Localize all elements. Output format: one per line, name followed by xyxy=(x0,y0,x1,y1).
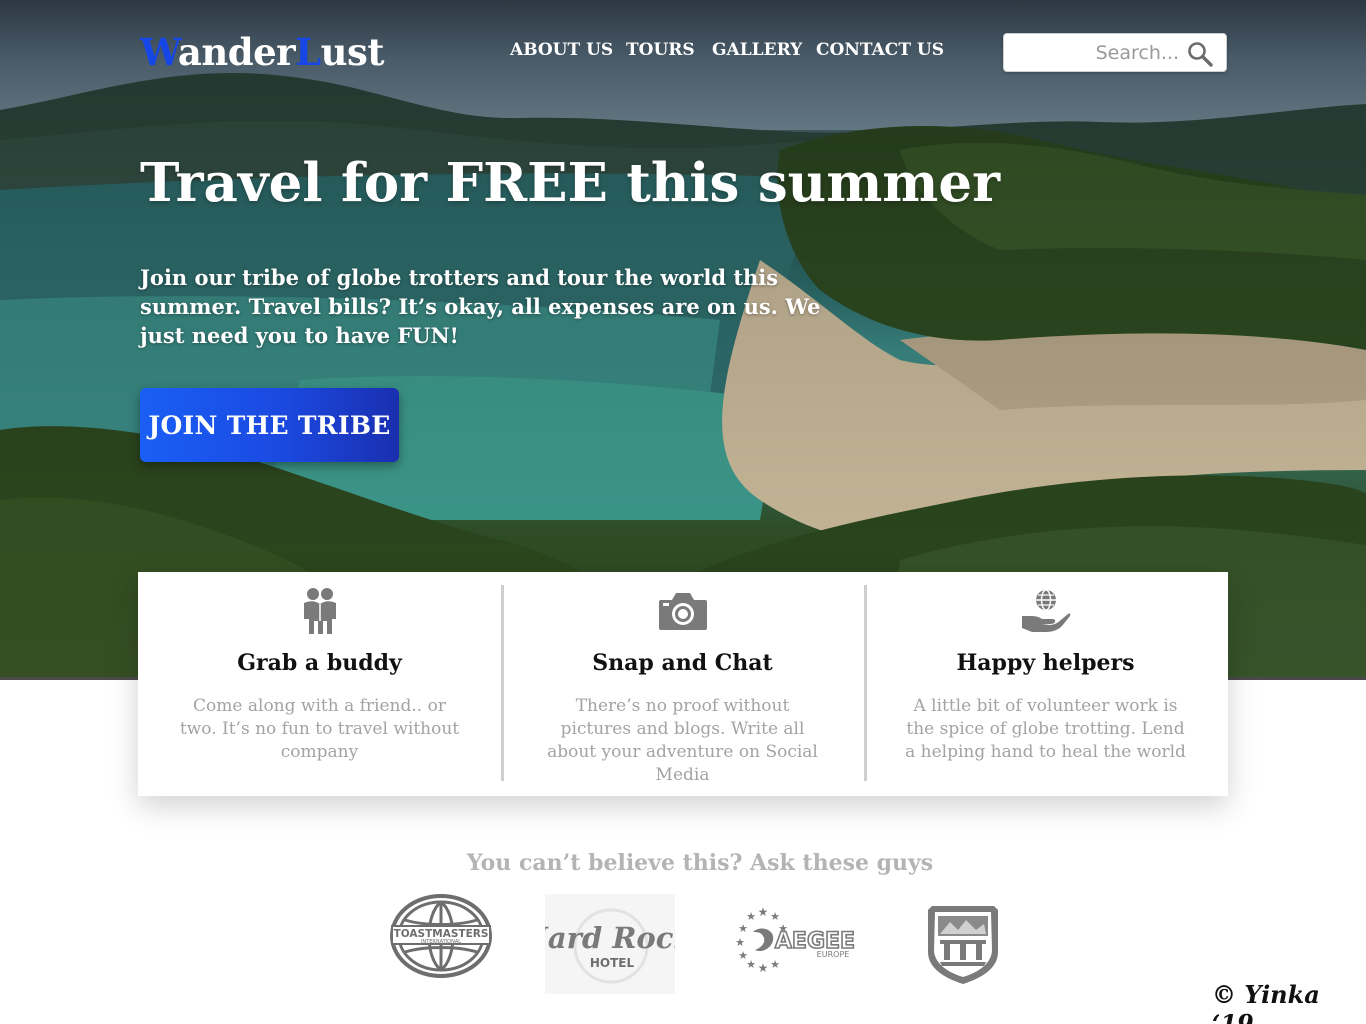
nav-about-us[interactable]: ABOUT US xyxy=(510,40,613,60)
svg-text:★: ★ xyxy=(746,958,756,971)
feature-grab-a-buddy: Grab a buddy Come along with a friend.. … xyxy=(138,572,501,796)
svg-text:★: ★ xyxy=(738,922,748,935)
partners-heading: You can’t believe this? Ask these guys xyxy=(466,850,934,876)
svg-text:★: ★ xyxy=(758,961,769,974)
nav-gallery[interactable]: GALLERY xyxy=(712,40,802,60)
search-box xyxy=(1003,33,1227,72)
hero-subtitle: Join our tribe of globe trotters and tou… xyxy=(140,265,821,348)
brand-logo[interactable]: WanderLust xyxy=(140,30,384,74)
feature-title: Grab a buddy xyxy=(237,650,402,676)
feature-happy-helpers: Happy helpers A little bit of volunteer … xyxy=(864,572,1227,796)
logo-initial-w: W xyxy=(140,30,178,74)
toastmasters-logo[interactable]: TOASTMASTERS INTERNATIONAL xyxy=(390,894,492,978)
feature-description: There’s no proof without pictures and bl… xyxy=(547,696,818,785)
camera-icon xyxy=(658,593,707,630)
svg-text:★: ★ xyxy=(735,936,745,949)
hero-title: Travel for FREE this summer xyxy=(140,152,1001,214)
join-the-tribe-button[interactable]: JOIN THE TRIBE xyxy=(140,388,399,462)
two-people-icon xyxy=(303,588,336,634)
helping-hand-globe-icon xyxy=(1021,589,1070,632)
search-icon[interactable] xyxy=(1187,41,1213,67)
nav-contact-us[interactable]: CONTACT US xyxy=(816,40,944,60)
svg-text:★: ★ xyxy=(758,905,769,919)
toastmasters-subtext: INTERNATIONAL xyxy=(421,939,461,945)
aegee-europe-logo[interactable]: ★ ★ ★ ★ ★ ★ ★ ★ ★ ★ AEGEE EUROPE xyxy=(733,902,855,974)
svg-text:★: ★ xyxy=(770,958,780,971)
feature-title: Snap and Chat xyxy=(592,650,773,676)
hard-rock-hotel-logo[interactable]: Hard Rock HOTEL xyxy=(519,894,694,994)
logo-initial-l: L xyxy=(295,30,321,74)
hard-rock-wordmark: Hard Rock xyxy=(545,921,675,955)
feature-snap-and-chat: Snap and Chat There’s no proof without p… xyxy=(501,572,864,796)
shield-crest-logo[interactable] xyxy=(926,902,1000,986)
feature-description: Come along with a friend.. or two. It’s … xyxy=(179,696,460,762)
hard-rock-subtext: HOTEL xyxy=(590,956,635,970)
aegee-subtext: EUROPE xyxy=(817,950,850,959)
search-input[interactable] xyxy=(1014,39,1179,67)
features-card: Grab a buddy Come along with a friend.. … xyxy=(138,572,1228,796)
copyright-text: © Yinka ‘19 xyxy=(1212,980,1320,1024)
feature-title: Happy helpers xyxy=(956,650,1135,676)
logo-text-ander: ander xyxy=(177,30,296,74)
hard-rock-hotel-mark: Hard Rock HOTEL xyxy=(519,908,694,984)
logo-text-ust: ust xyxy=(320,30,385,74)
nav-tours[interactable]: TOURS xyxy=(626,40,695,60)
feature-description: A little bit of volunteer work is the sp… xyxy=(905,696,1186,762)
